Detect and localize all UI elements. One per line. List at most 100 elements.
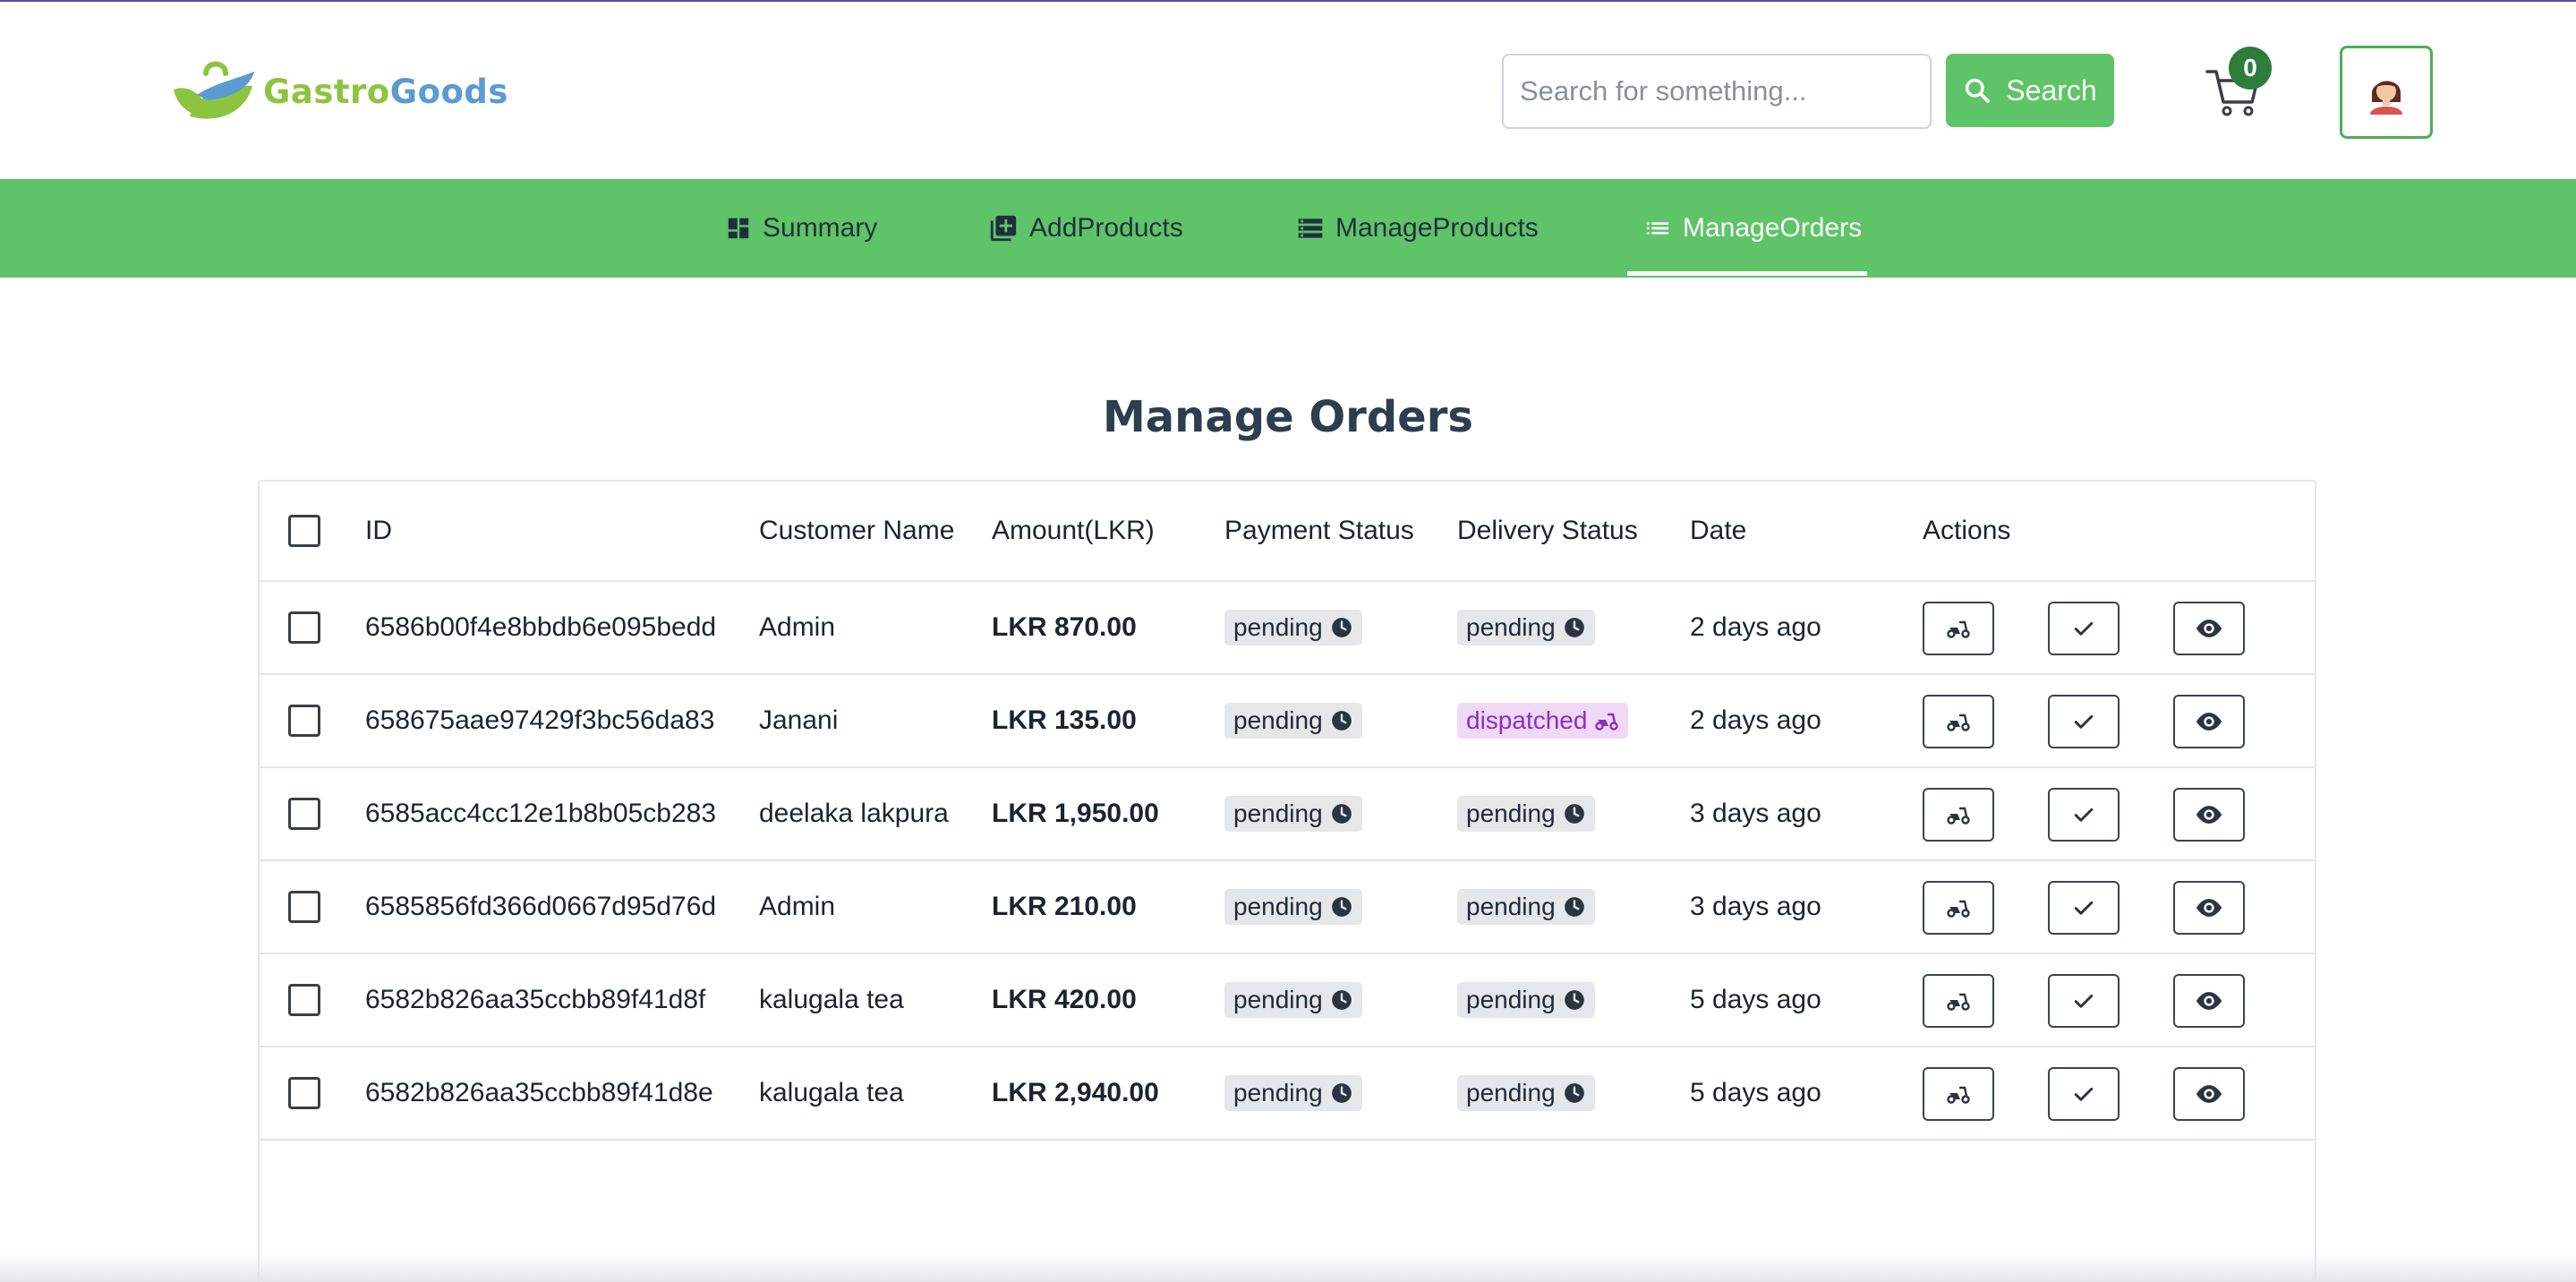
- scooter-icon: [1947, 1086, 1970, 1104]
- row-checkbox[interactable]: [288, 1077, 320, 1109]
- check-icon: [2074, 901, 2094, 915]
- column-header-id[interactable]: ID: [365, 482, 392, 580]
- deliver-button[interactable]: [2048, 1067, 2120, 1121]
- clock-icon: [1331, 1083, 1352, 1103]
- customer-name: deelaka lakpura: [759, 799, 949, 828]
- scooter-icon: [1947, 993, 1970, 1011]
- view-order-button[interactable]: [2173, 788, 2245, 842]
- table-row: 6582b826aa35ccbb89f41d8f kalugala tea LKR …: [260, 954, 2315, 1047]
- column-header-customer[interactable]: Customer Name: [759, 482, 954, 580]
- deliver-button[interactable]: [2048, 695, 2120, 748]
- payment-status-badge: pending: [1224, 610, 1362, 645]
- column-header-delivery-status[interactable]: Delivery Status: [1457, 482, 1638, 580]
- row-checkbox-cell: [288, 582, 320, 673]
- delivery-status-text: pending: [1466, 893, 1556, 920]
- order-id: 6585acc4cc12e1b8b05cb283: [365, 799, 717, 828]
- delivery-status-text: pending: [1466, 1079, 1556, 1107]
- eye-icon: [2196, 806, 2222, 824]
- active-tab-indicator: [1627, 271, 1867, 276]
- clock-icon: [1564, 897, 1584, 917]
- check-icon: [2074, 808, 2094, 822]
- order-amount: LKR 870.00: [992, 612, 1137, 642]
- search-button[interactable]: Search: [1946, 54, 2114, 127]
- brand-name-part1: Gastro: [263, 72, 390, 111]
- deliver-button[interactable]: [2048, 974, 2120, 1028]
- row-checkbox[interactable]: [288, 891, 320, 923]
- check-icon: [2074, 994, 2094, 1008]
- user-avatar-button[interactable]: [2340, 46, 2433, 139]
- scooter-icon: [1947, 620, 1970, 638]
- row-checkbox[interactable]: [288, 798, 320, 830]
- row-checkbox[interactable]: [288, 611, 320, 644]
- clock-icon: [1564, 1083, 1584, 1103]
- select-all-checkbox[interactable]: [288, 515, 320, 547]
- order-id: 6585856fd366d0667d95d76d: [365, 892, 717, 921]
- delivery-status-text: pending: [1466, 613, 1556, 641]
- payment-status-text: pending: [1233, 1079, 1323, 1107]
- payment-status-cell: pending: [1224, 861, 1362, 953]
- brand-logo[interactable]: GastroGoods: [170, 54, 508, 129]
- clock-icon: [1331, 990, 1352, 1010]
- header: GastroGoods Search 0: [0, 2, 2576, 179]
- tab-manage-orders[interactable]: ManageOrders: [1643, 179, 1862, 278]
- table-row: 6585856fd366d0667d95d76d Admin LKR 210.00 p…: [260, 861, 2315, 954]
- row-checkbox[interactable]: [288, 984, 320, 1016]
- row-checkbox[interactable]: [288, 705, 320, 737]
- customer-name: Admin: [759, 612, 836, 642]
- row-checkbox-cell: [288, 1047, 320, 1139]
- customer-name: Admin: [759, 892, 836, 921]
- delivery-status-badge: pending: [1457, 1075, 1595, 1111]
- column-header-date[interactable]: Date: [1690, 482, 1746, 580]
- order-date: 3 days ago: [1690, 799, 1821, 828]
- deliver-button[interactable]: [2048, 881, 2120, 935]
- tab-summary[interactable]: Summary: [725, 179, 877, 278]
- payment-status-badge: pending: [1224, 1075, 1362, 1111]
- dispatch-button[interactable]: [1923, 788, 1994, 842]
- delivery-status-text: pending: [1466, 799, 1556, 827]
- tab-manage-products[interactable]: ManageProducts: [1296, 179, 1539, 278]
- view-order-button[interactable]: [2173, 1067, 2245, 1121]
- view-order-button[interactable]: [2173, 695, 2245, 748]
- admin-nav-bar: Summary AddProducts ManageProducts Manag…: [0, 179, 2576, 278]
- order-date: 3 days ago: [1690, 892, 1821, 921]
- deliver-button[interactable]: [2048, 602, 2120, 655]
- order-amount: LKR 1,950.00: [992, 799, 1159, 828]
- view-order-button[interactable]: [2173, 974, 2245, 1028]
- deliver-button[interactable]: [2048, 788, 2120, 842]
- view-order-button[interactable]: [2173, 881, 2245, 935]
- tab-add-products[interactable]: AddProducts: [988, 179, 1183, 278]
- order-date: 5 days ago: [1690, 1078, 1821, 1107]
- row-checkbox-cell: [288, 675, 320, 766]
- scooter-icon: [1947, 714, 1970, 731]
- payment-status-badge: pending: [1224, 703, 1362, 739]
- delivery-status-badge: pending: [1457, 889, 1595, 925]
- view-order-button[interactable]: [2173, 602, 2245, 655]
- order-id: 6586b00f4e8bbdb6e095bedd: [365, 612, 717, 642]
- order-amount: LKR 420.00: [992, 985, 1137, 1014]
- delivery-status-badge: pending: [1457, 982, 1595, 1018]
- row-checkbox-cell: [288, 954, 320, 1046]
- dispatch-button[interactable]: [1923, 1067, 1994, 1121]
- payment-status-cell: pending: [1224, 768, 1362, 859]
- payment-status-badge: pending: [1224, 889, 1362, 925]
- table-row: 6585acc4cc12e1b8b05cb283 deelaka lakpura L…: [260, 768, 2315, 861]
- dispatch-button[interactable]: [1923, 881, 1994, 935]
- order-id: 6582b826aa35ccbb89f41d8f: [365, 985, 706, 1014]
- payment-status-text: pending: [1233, 893, 1323, 920]
- payment-status-cell: pending: [1224, 1047, 1362, 1139]
- payment-status-text: pending: [1233, 986, 1323, 1013]
- check-icon: [2074, 714, 2094, 729]
- dispatch-button[interactable]: [1923, 695, 1994, 748]
- row-checkbox-cell: [288, 768, 320, 859]
- column-header-amount[interactable]: Amount(LKR): [992, 482, 1155, 580]
- tab-manage-products-label: ManageProducts: [1335, 213, 1539, 243]
- scooter-icon: [1595, 713, 1619, 731]
- order-id: 6582b826aa35ccbb89f41d8e: [365, 1078, 713, 1107]
- column-header-payment-status[interactable]: Payment Status: [1224, 482, 1414, 580]
- dispatch-button[interactable]: [1923, 602, 1994, 655]
- brand-name: GastroGoods: [263, 73, 508, 111]
- dispatch-button[interactable]: [1923, 974, 1994, 1028]
- leaf-logo-icon: [174, 61, 254, 119]
- tab-summary-label: Summary: [763, 213, 878, 243]
- search-input[interactable]: [1502, 54, 1932, 129]
